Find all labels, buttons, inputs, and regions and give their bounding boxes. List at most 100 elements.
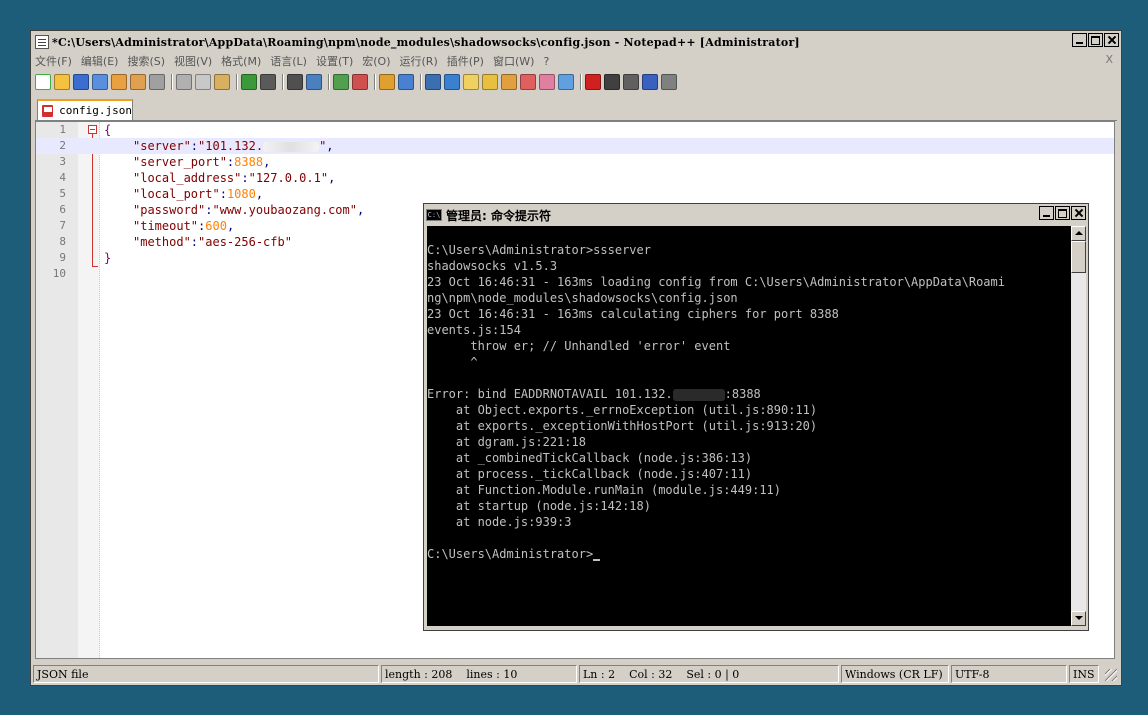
window-controls <box>1072 33 1119 47</box>
code-line: 4 "local_address":"127.0.0.1", <box>36 170 1114 186</box>
code-line-current: 2 "server":"101.132. ", <box>36 138 1114 154</box>
close-icon[interactable] <box>111 74 127 90</box>
run-macro-multiple-icon[interactable] <box>642 74 658 90</box>
save-icon[interactable] <box>73 74 89 90</box>
redo-icon[interactable] <box>260 74 276 90</box>
menu-search[interactable]: 搜索(S) <box>127 53 165 69</box>
show-all-chars-icon[interactable] <box>444 74 460 90</box>
cmd-window: C:\ 管理员: 命令提示符 C:\Users\Administrator>ss… <box>423 203 1089 631</box>
console-line: at startup (node.js:142:18) <box>427 499 651 513</box>
play-macro-icon[interactable] <box>623 74 639 90</box>
status-bar: JSON file length : 208 lines : 10 Ln : 2… <box>33 665 1119 683</box>
console-line: at _combinedTickCallback (node.js:386:13… <box>427 451 753 465</box>
code-line: 3 "server_port":8388, <box>36 154 1114 170</box>
status-eol[interactable]: Windows (CR LF) <box>841 665 949 683</box>
menu-help[interactable]: ? <box>543 55 549 68</box>
menu-file[interactable]: 文件(F) <box>35 53 72 69</box>
line-number: 6 <box>59 203 66 216</box>
status-insert-mode[interactable]: INS <box>1069 665 1099 683</box>
replace-icon[interactable] <box>306 74 322 90</box>
menu-plugins[interactable]: 插件(P) <box>447 53 484 69</box>
save-all-icon[interactable] <box>92 74 108 90</box>
record-macro-icon[interactable] <box>585 74 601 90</box>
status-length: length : 208 lines : 10 <box>381 665 577 683</box>
console-line: 23 Oct 16:46:31 - 163ms calculating ciph… <box>427 307 839 321</box>
menu-run[interactable]: 运行(R) <box>400 53 438 69</box>
paste-icon[interactable] <box>214 74 230 90</box>
cmd-minimize-button[interactable] <box>1039 206 1054 220</box>
doc-map-icon[interactable] <box>482 74 498 90</box>
console-line: at dgram.js:221:18 <box>427 435 586 449</box>
code-line: 1 { <box>36 122 1114 138</box>
sync-vertical-icon[interactable] <box>379 74 395 90</box>
code-text: "local_port":1080, <box>133 187 264 201</box>
cmd-console-output[interactable]: C:\Users\Administrator>ssserver shadowso… <box>427 226 1071 626</box>
menu-format[interactable]: 格式(M) <box>221 53 261 69</box>
maximize-button[interactable] <box>1088 33 1103 47</box>
save-macro-icon[interactable] <box>661 74 677 90</box>
code-text: "method":"aes-256-cfb" <box>133 235 292 249</box>
tab-config-json[interactable]: config.json <box>37 99 133 120</box>
notepad-app-icon[interactable] <box>35 35 49 49</box>
tab-bar: config.json <box>35 98 1117 121</box>
menu-edit[interactable]: 编辑(E) <box>81 53 119 69</box>
undo-icon[interactable] <box>241 74 257 90</box>
status-encoding[interactable]: UTF-8 <box>951 665 1067 683</box>
monitoring-icon[interactable] <box>539 74 555 90</box>
zoom-in-icon[interactable] <box>333 74 349 90</box>
menu-language[interactable]: 语言(L) <box>270 53 307 69</box>
function-list-icon[interactable] <box>501 74 517 90</box>
cut-icon[interactable] <box>176 74 192 90</box>
scroll-up-arrow-icon[interactable] <box>1071 226 1086 241</box>
zoom-out-icon[interactable] <box>352 74 368 90</box>
scroll-down-arrow-icon[interactable] <box>1071 611 1086 626</box>
menu-macro[interactable]: 宏(O) <box>362 53 390 69</box>
cmd-app-icon[interactable]: C:\ <box>426 209 442 221</box>
menu-window[interactable]: 窗口(W) <box>493 53 534 69</box>
cmd-titlebar[interactable]: C:\ 管理员: 命令提示符 <box>426 206 1086 224</box>
code-text: } <box>104 251 112 265</box>
close-all-icon[interactable] <box>130 74 146 90</box>
console-line: ng\npm\node_modules\shadowsocks\config.j… <box>427 291 738 305</box>
notepad-titlebar[interactable]: *C:\Users\Administrator\AppData\Roaming\… <box>33 33 1119 51</box>
menu-settings[interactable]: 设置(T) <box>316 53 353 69</box>
toolbar-separator <box>171 74 173 90</box>
indent-guide-icon[interactable] <box>463 74 479 90</box>
cmd-maximize-button[interactable] <box>1055 206 1070 220</box>
close-document-button[interactable]: X <box>1105 53 1113 66</box>
scroll-thumb[interactable] <box>1071 241 1086 273</box>
toolbar-separator <box>282 74 284 90</box>
line-number: 5 <box>59 187 66 200</box>
resize-grip[interactable] <box>1105 669 1117 681</box>
console-error-line: Error: bind EADDRNOTAVAIL 101.132.:8388 <box>427 387 761 401</box>
copy-icon[interactable] <box>195 74 211 90</box>
console-line: at node.js:939:3 <box>427 515 572 529</box>
find-icon[interactable] <box>287 74 303 90</box>
minimize-button[interactable] <box>1072 33 1087 47</box>
console-line: 23 Oct 16:46:31 - 163ms loading config f… <box>427 275 1005 289</box>
folder-workspace-icon[interactable] <box>520 74 536 90</box>
print-icon[interactable] <box>149 74 165 90</box>
cmd-window-controls <box>1039 206 1086 220</box>
cmd-vertical-scrollbar[interactable] <box>1071 226 1086 626</box>
word-wrap-icon[interactable] <box>425 74 441 90</box>
close-button[interactable] <box>1104 33 1119 47</box>
menu-view[interactable]: 视图(V) <box>174 53 212 69</box>
line-number: 7 <box>59 219 66 232</box>
console-line: events.js:154 <box>427 323 521 337</box>
console-prompt-line[interactable]: C:\Users\Administrator> <box>427 546 1071 562</box>
open-file-icon[interactable] <box>54 74 70 90</box>
eye-icon[interactable] <box>558 74 574 90</box>
console-line: shadowsocks v1.5.3 <box>427 259 558 273</box>
console-line: ^ <box>427 355 478 369</box>
cmd-close-button[interactable] <box>1071 206 1086 220</box>
console-line: throw er; // Unhandled 'error' event <box>427 339 731 353</box>
sync-horizontal-icon[interactable] <box>398 74 414 90</box>
code-text: "server":"101.132. ", <box>133 139 334 153</box>
stop-macro-icon[interactable] <box>604 74 620 90</box>
window-title: *C:\Users\Administrator\AppData\Roaming\… <box>52 35 800 49</box>
line-number: 4 <box>59 171 66 184</box>
new-file-icon[interactable] <box>35 74 51 90</box>
